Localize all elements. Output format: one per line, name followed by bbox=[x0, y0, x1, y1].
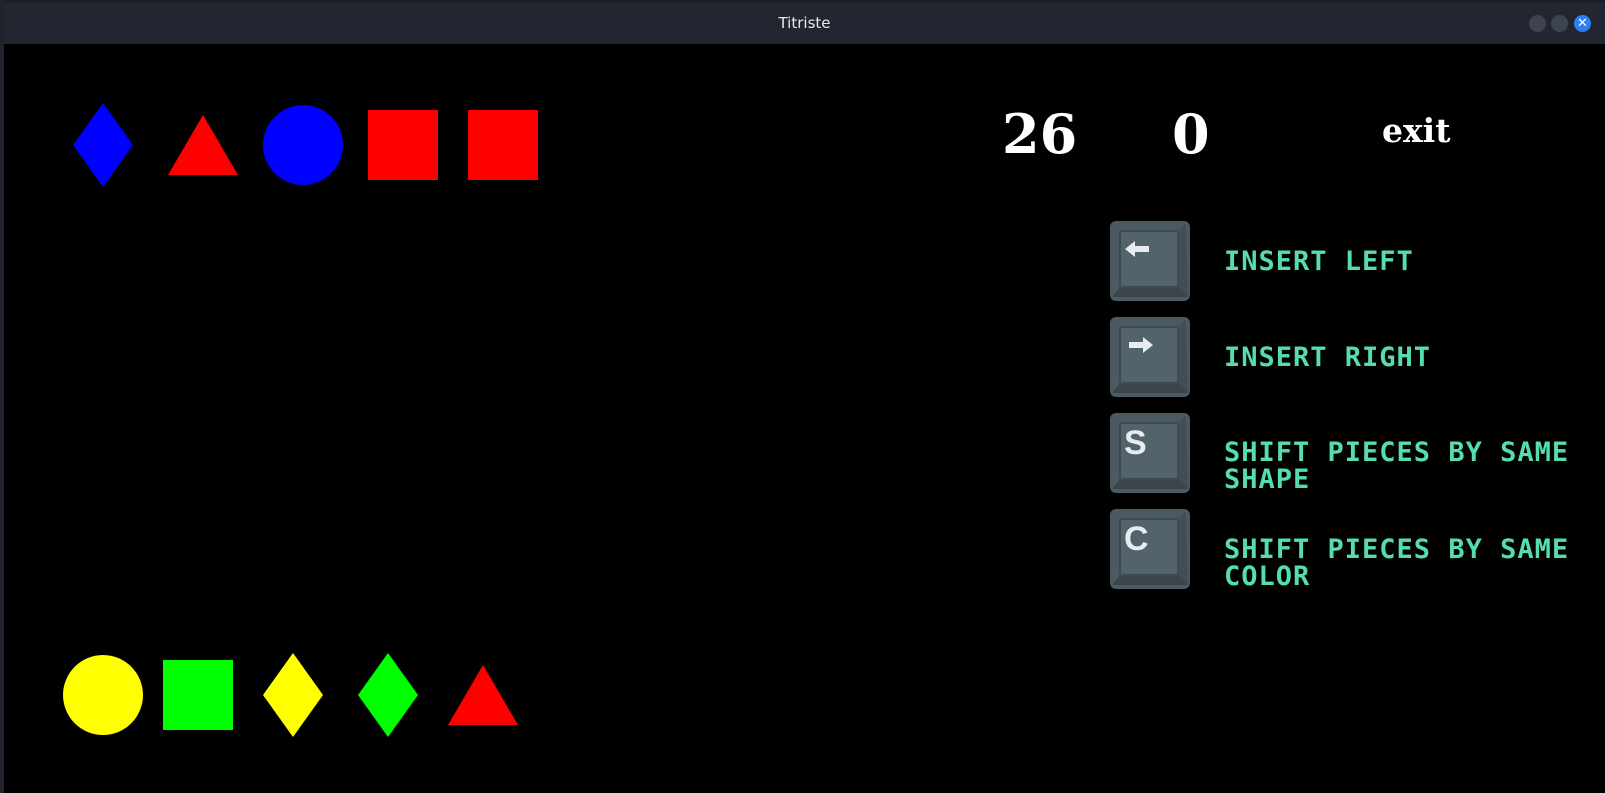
piece-diamond bbox=[358, 653, 418, 737]
right-arrow-key[interactable] bbox=[1110, 317, 1190, 397]
left-arrow-key[interactable] bbox=[1110, 221, 1190, 301]
piece-circle bbox=[63, 655, 143, 735]
score-value: 26 bbox=[1002, 102, 1078, 166]
maximize-button[interactable] bbox=[1551, 15, 1568, 32]
counter-value: 0 bbox=[1172, 102, 1210, 166]
c-key-glyph: C bbox=[1124, 520, 1149, 558]
piece-diamond bbox=[263, 653, 323, 737]
current-pieces-row bbox=[63, 653, 518, 737]
shift-by-color-label: SHIFT PIECES BY SAME COLOR bbox=[1224, 534, 1570, 592]
piece-triangle bbox=[448, 665, 518, 725]
minimize-button[interactable] bbox=[1529, 15, 1546, 32]
close-icon: ✕ bbox=[1577, 16, 1588, 31]
insert-right-label: INSERT RIGHT bbox=[1224, 342, 1432, 373]
close-button[interactable]: ✕ bbox=[1574, 15, 1591, 32]
s-key[interactable]: S bbox=[1110, 413, 1190, 493]
window-titlebar: Titriste ✕ bbox=[4, 2, 1605, 45]
window-title: Titriste bbox=[778, 14, 831, 32]
exit-button[interactable]: exit bbox=[1382, 114, 1450, 147]
insert-left-label: INSERT LEFT bbox=[1224, 246, 1414, 277]
piece-square bbox=[163, 660, 233, 730]
game-area: 26 0 exit INSERT LEFT INSERT RIGHT S SHI… bbox=[4, 44, 1605, 793]
c-key[interactable]: C bbox=[1110, 509, 1190, 589]
s-key-glyph: S bbox=[1124, 424, 1147, 462]
shift-by-shape-label: SHIFT PIECES BY SAME SHAPE bbox=[1224, 437, 1570, 495]
